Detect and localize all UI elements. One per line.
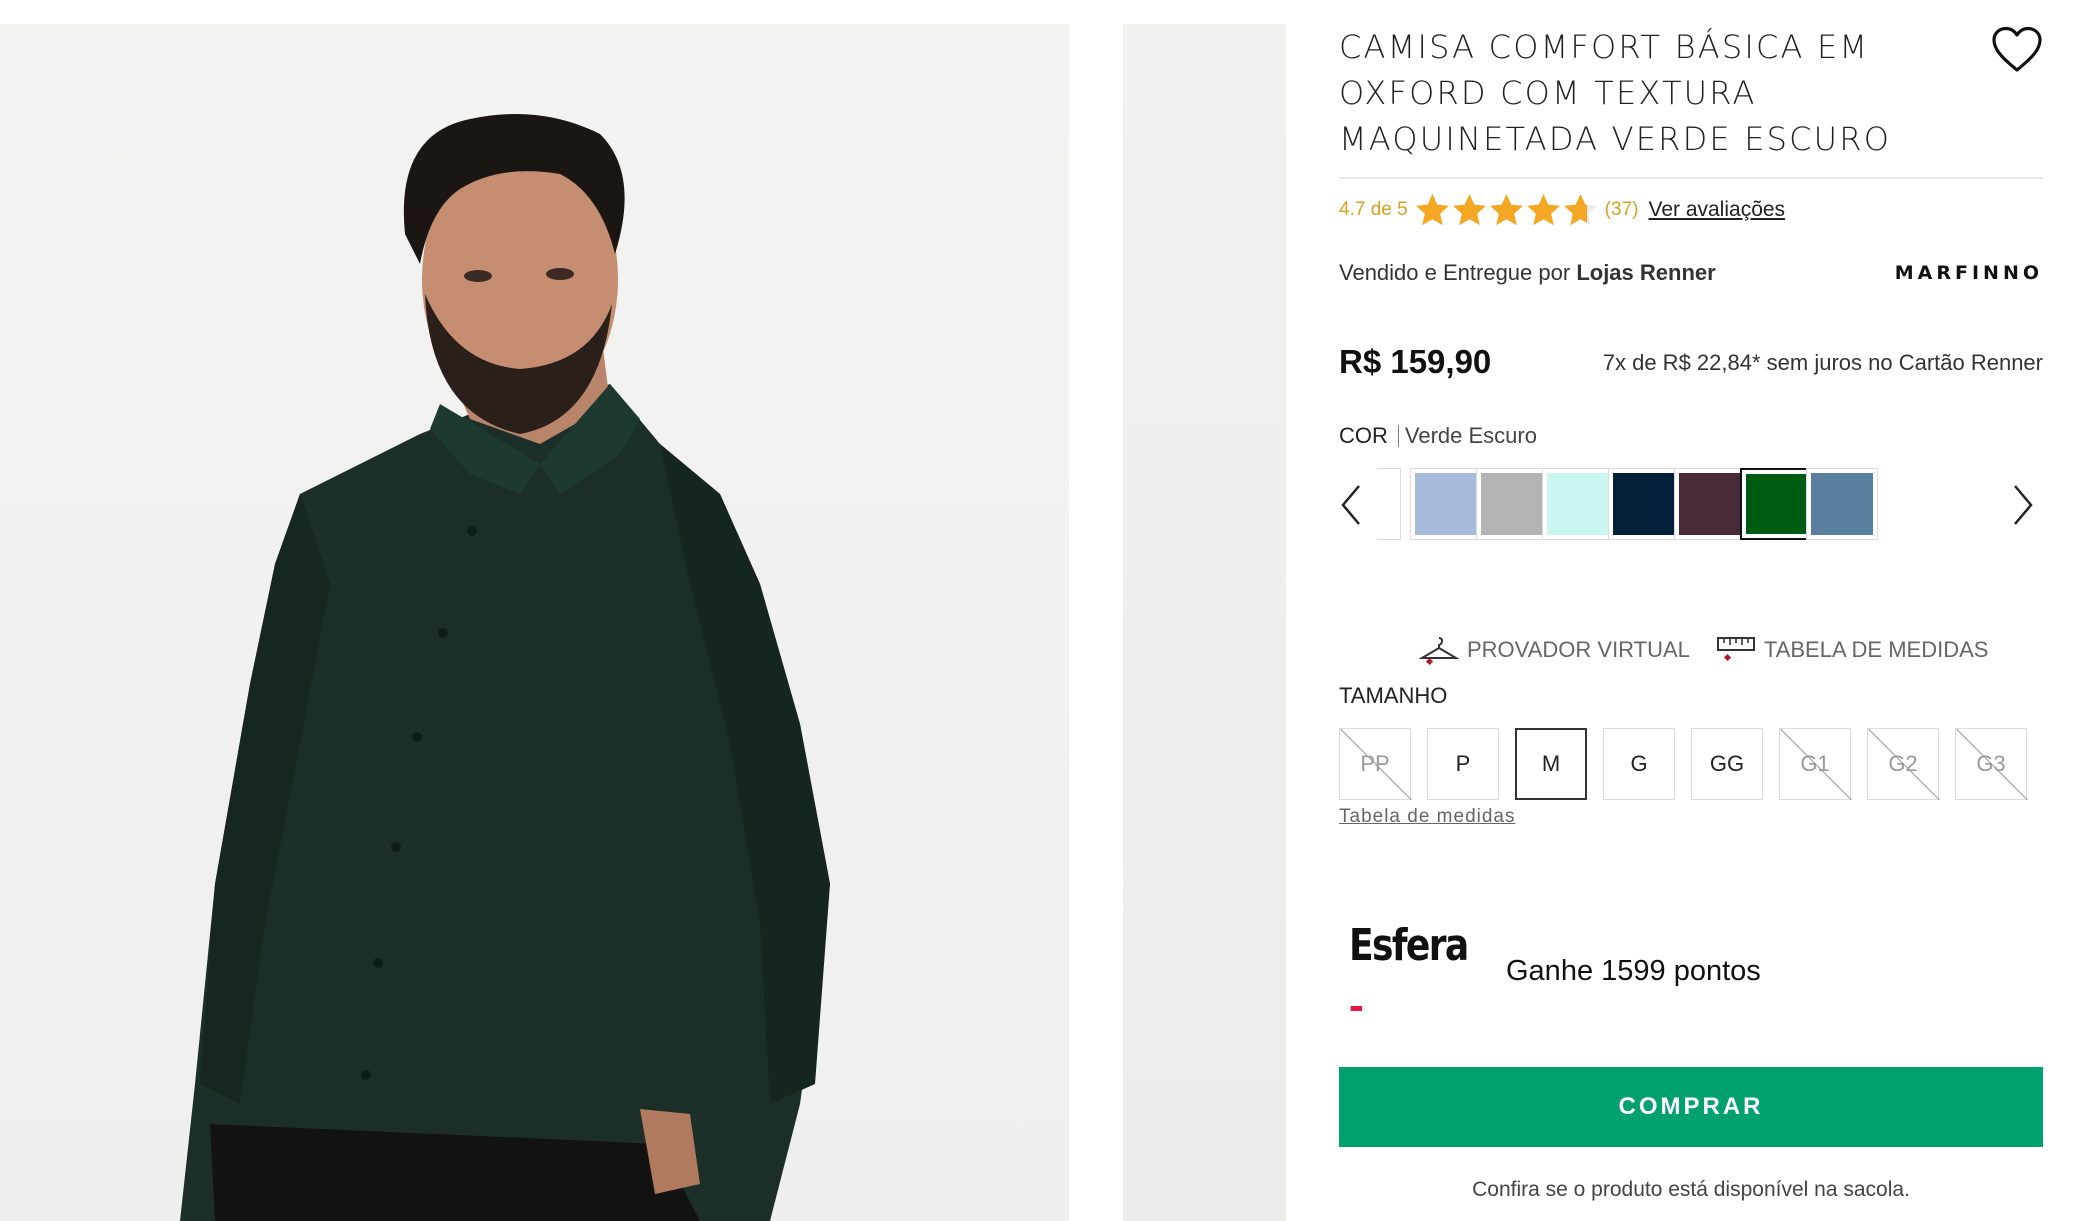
- reviews-link[interactable]: Ver avaliações: [1648, 198, 1785, 222]
- color-swatch-fill: [1811, 473, 1873, 535]
- size-option-g1[interactable]: G1: [1779, 728, 1851, 800]
- color-swatch[interactable]: [1674, 468, 1746, 540]
- virtual-fitting-label: PROVADOR VIRTUAL: [1467, 637, 1690, 662]
- seller-name: Lojas Renner: [1576, 260, 1716, 285]
- color-next-button[interactable]: [2011, 484, 2035, 526]
- size-option-g[interactable]: G: [1603, 728, 1675, 800]
- color-swatch-fill: [1377, 473, 1396, 535]
- product-info-panel: CAMISA COMFORT BÁSICA EM OXFORD COM TEXT…: [1339, 0, 2043, 1221]
- seller-info: Vendido e Entregue por Lojas Renner: [1339, 260, 1716, 286]
- color-swatch[interactable]: [1377, 468, 1401, 540]
- size-option-g3[interactable]: G3: [1955, 728, 2027, 800]
- star-icon: [1452, 193, 1486, 225]
- color-swatch[interactable]: [1410, 468, 1482, 540]
- esfera-logo: Esfera: [1349, 920, 1469, 1022]
- size-tools: PROVADOR VIRTUAL TABELA DE MEDIDAS: [1419, 632, 2014, 668]
- color-swatch[interactable]: [1542, 468, 1614, 540]
- rating-text: 4.7 de 5: [1339, 199, 1408, 220]
- virtual-fitting-button[interactable]: PROVADOR VIRTUAL: [1419, 632, 1690, 668]
- color-swatch-fill: [1547, 473, 1609, 535]
- ruler-icon: [1716, 637, 1755, 662]
- size-option-gg[interactable]: GG: [1691, 728, 1763, 800]
- star-icon: [1563, 193, 1597, 225]
- color-swatch[interactable]: [1476, 468, 1548, 540]
- chevron-right-icon: [2014, 485, 2033, 525]
- heart-outline-icon: [1992, 26, 2042, 72]
- brand-logo[interactable]: MARFINNO: [1895, 262, 2043, 284]
- size-label: TAMANHO: [1339, 683, 1448, 708]
- size-chart-button[interactable]: TABELA DE MEDIDAS: [1716, 632, 1989, 668]
- size-chart-link[interactable]: Tabela de medidas: [1339, 806, 1516, 828]
- color-prev-button[interactable]: [1339, 484, 1363, 526]
- star-icon: [1526, 193, 1560, 225]
- color-separator: [1397, 425, 1399, 447]
- rating-stars: [1414, 192, 1599, 229]
- esfera-logo-accent: [1350, 1006, 1363, 1011]
- size-option-m[interactable]: M: [1515, 728, 1587, 800]
- size-option-g2[interactable]: G2: [1867, 728, 1939, 800]
- color-swatch[interactable]: [1608, 468, 1680, 540]
- color-label: COR: [1339, 423, 1388, 448]
- color-swatch-fill: [1481, 473, 1543, 535]
- product-price: R$ 159,90: [1339, 343, 1492, 380]
- product-title: CAMISA COMFORT BÁSICA EM OXFORD COM TEXT…: [1339, 28, 1892, 158]
- seller-prefix: Vendido e Entregue por: [1339, 260, 1571, 285]
- color-swatch[interactable]: [1740, 468, 1812, 540]
- chevron-left-icon: [1341, 485, 1360, 525]
- color-swatch[interactable]: [1806, 468, 1878, 540]
- color-selected-value: Verde Escuro: [1404, 423, 1537, 448]
- product-photo-main[interactable]: [0, 24, 1069, 1221]
- star-icon: [1415, 193, 1449, 225]
- color-swatch-fill: [1746, 474, 1806, 534]
- favorite-button[interactable]: [1991, 26, 2043, 74]
- installments-info: 7x de R$ 22,84* sem juros no Cartão Renn…: [1602, 350, 2043, 375]
- rating-count: (37): [1604, 199, 1639, 220]
- color-swatch-fill: [1679, 473, 1741, 535]
- color-swatch-list: [1377, 466, 2011, 544]
- rating-summary: 4.7 de 5 (37) Ver avaliações: [1339, 190, 1785, 230]
- buy-button[interactable]: COMPRAR: [1339, 1067, 2043, 1147]
- availability-note: Confira se o produto está disponível na …: [1472, 1178, 1910, 1201]
- size-options: PP P M G GG G1 G2 G3: [1339, 728, 2027, 800]
- size-option-p[interactable]: P: [1427, 728, 1499, 800]
- color-label-row: COR Verde Escuro: [1339, 423, 1537, 449]
- color-swatch-fill: [1415, 473, 1477, 535]
- hanger-icon: [1419, 637, 1459, 666]
- esfera-logo-text: Esfera: [1349, 920, 1469, 971]
- loyalty-points: Ganhe 1599 pontos: [1506, 954, 1761, 987]
- model-image: [180, 114, 830, 1221]
- title-divider: [1339, 177, 2043, 179]
- loyalty-banner: Esfera Ganhe 1599 pontos: [1349, 920, 1761, 1022]
- size-option-pp[interactable]: PP: [1339, 728, 1411, 800]
- size-chart-label: TABELA DE MEDIDAS: [1763, 637, 1989, 662]
- color-swatch-fill: [1613, 473, 1675, 535]
- product-photo-next[interactable]: [1123, 24, 1286, 1221]
- color-carousel: [1339, 466, 2043, 544]
- star-icon: [1489, 193, 1523, 225]
